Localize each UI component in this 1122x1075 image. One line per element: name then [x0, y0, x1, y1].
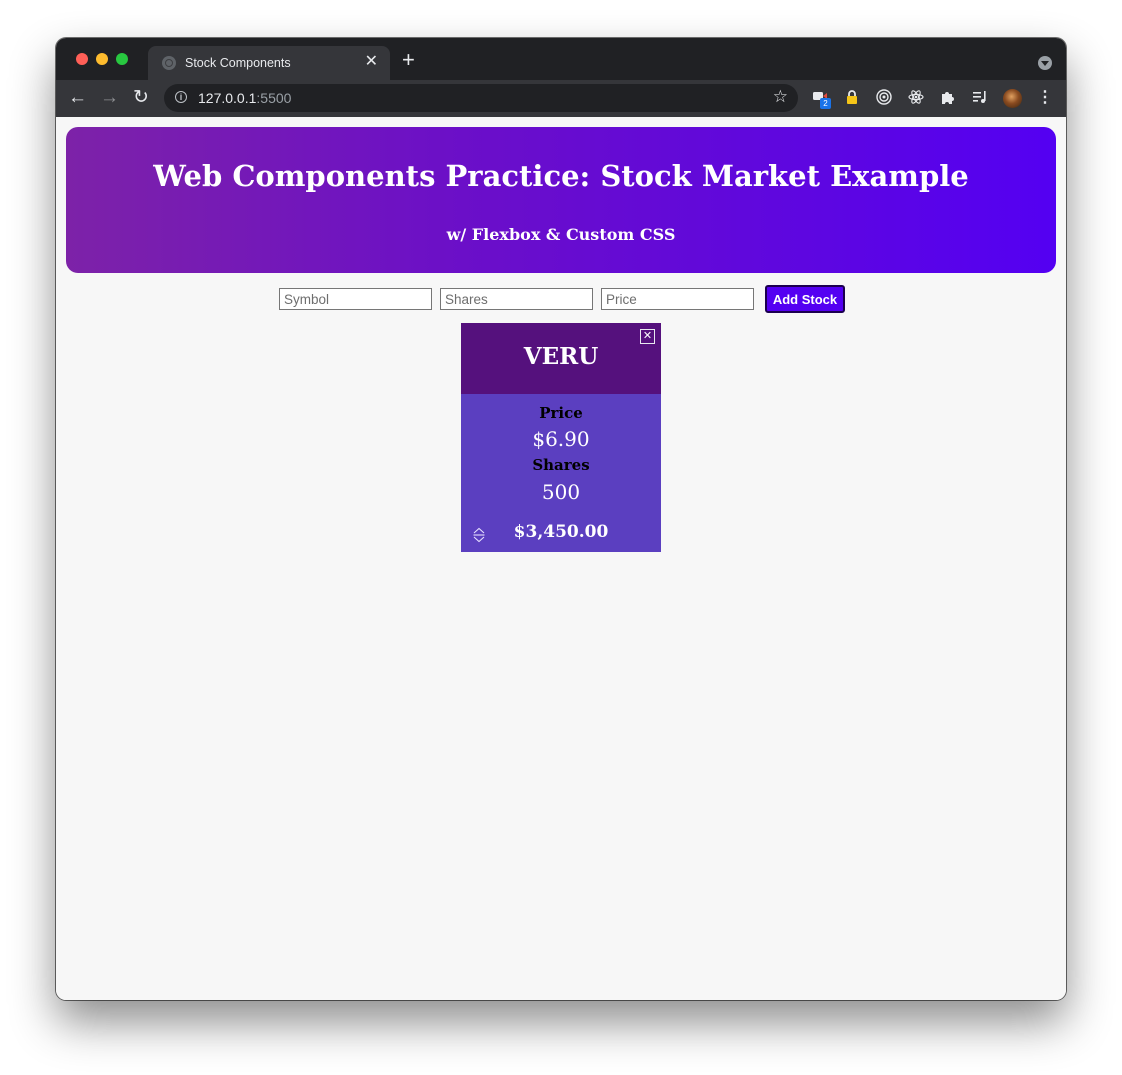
page-content: Web Components Practice: Stock Market Ex… [56, 117, 1066, 1000]
back-button[interactable]: ← [68, 86, 87, 110]
remove-stock-close-icon[interactable]: ✕ [640, 329, 655, 344]
stock-card-body: Price $6.90 Shares 500 $3,450.00 [461, 394, 661, 552]
price-input[interactable] [601, 288, 754, 310]
stock-symbol: VERU [523, 343, 599, 370]
url-text[interactable]: 127.0.0.1:5500 [198, 90, 291, 106]
window-maximize-icon[interactable] [116, 53, 128, 65]
tab-search-icon[interactable] [1038, 56, 1052, 70]
site-info-icon[interactable]: i [175, 91, 187, 103]
extension-lock-icon[interactable] [843, 89, 861, 107]
puzzle-icon [942, 92, 954, 104]
stock-card: VERU ✕ Price $6.90 Shares 500 $3,450.00 [461, 323, 661, 552]
shares-input[interactable] [440, 288, 593, 310]
page-title: Web Components Practice: Stock Market Ex… [153, 159, 969, 193]
profile-avatar[interactable] [1003, 89, 1022, 108]
browser-menu-icon[interactable]: ⋮ [1037, 89, 1053, 107]
extension-target-icon[interactable] [875, 89, 893, 107]
symbol-input[interactable] [279, 288, 432, 310]
total-value: $3,450.00 [513, 522, 609, 542]
tab-close-icon[interactable]: ✕ [365, 52, 378, 72]
globe-icon [162, 56, 176, 70]
url-host: 127.0.0.1 [198, 90, 257, 106]
extension-react-icon[interactable] [907, 89, 925, 107]
address-bar[interactable]: i 127.0.0.1:5500 ☆ [164, 84, 798, 112]
price-value: $6.90 [532, 427, 590, 451]
forward-button[interactable]: → [100, 86, 119, 110]
page-subtitle: w/ Flexbox & Custom CSS [446, 225, 676, 244]
page-header: Web Components Practice: Stock Market Ex… [66, 127, 1056, 273]
url-port: :5500 [256, 90, 292, 106]
playlist-music-icon [973, 91, 986, 103]
stock-card-header: VERU ✕ [461, 323, 661, 394]
target-icon [876, 89, 892, 105]
add-stock-button[interactable]: Add Stock [765, 285, 845, 313]
bookmark-star-icon[interactable]: ☆ [773, 87, 788, 107]
shares-value: 500 [541, 480, 581, 504]
price-label: Price [539, 404, 583, 422]
tab-title: Stock Components [185, 56, 291, 70]
reload-button[interactable]: ↻ [133, 86, 149, 110]
extensions-puzzle-icon[interactable] [939, 89, 957, 107]
media-controls-icon[interactable] [971, 89, 989, 107]
browser-window: Stock Components ✕ + ← → ↻ i 127.0.0.1:5… [56, 38, 1066, 1000]
new-tab-button[interactable]: + [402, 49, 415, 71]
lock-icon [847, 90, 857, 104]
extension-video-icon[interactable]: 2 [811, 89, 831, 109]
browser-toolbar: ← → ↻ i 127.0.0.1:5500 ☆ 2 ⋮ [56, 80, 1066, 117]
react-atom-icon [908, 90, 924, 104]
extension-badge: 2 [820, 98, 831, 109]
window-close-icon[interactable] [76, 53, 88, 65]
tab-bar: Stock Components ✕ + [56, 38, 1066, 80]
tab-stock-components[interactable]: Stock Components ✕ [148, 46, 390, 80]
shares-label: Shares [532, 456, 590, 474]
window-minimize-icon[interactable] [96, 53, 108, 65]
